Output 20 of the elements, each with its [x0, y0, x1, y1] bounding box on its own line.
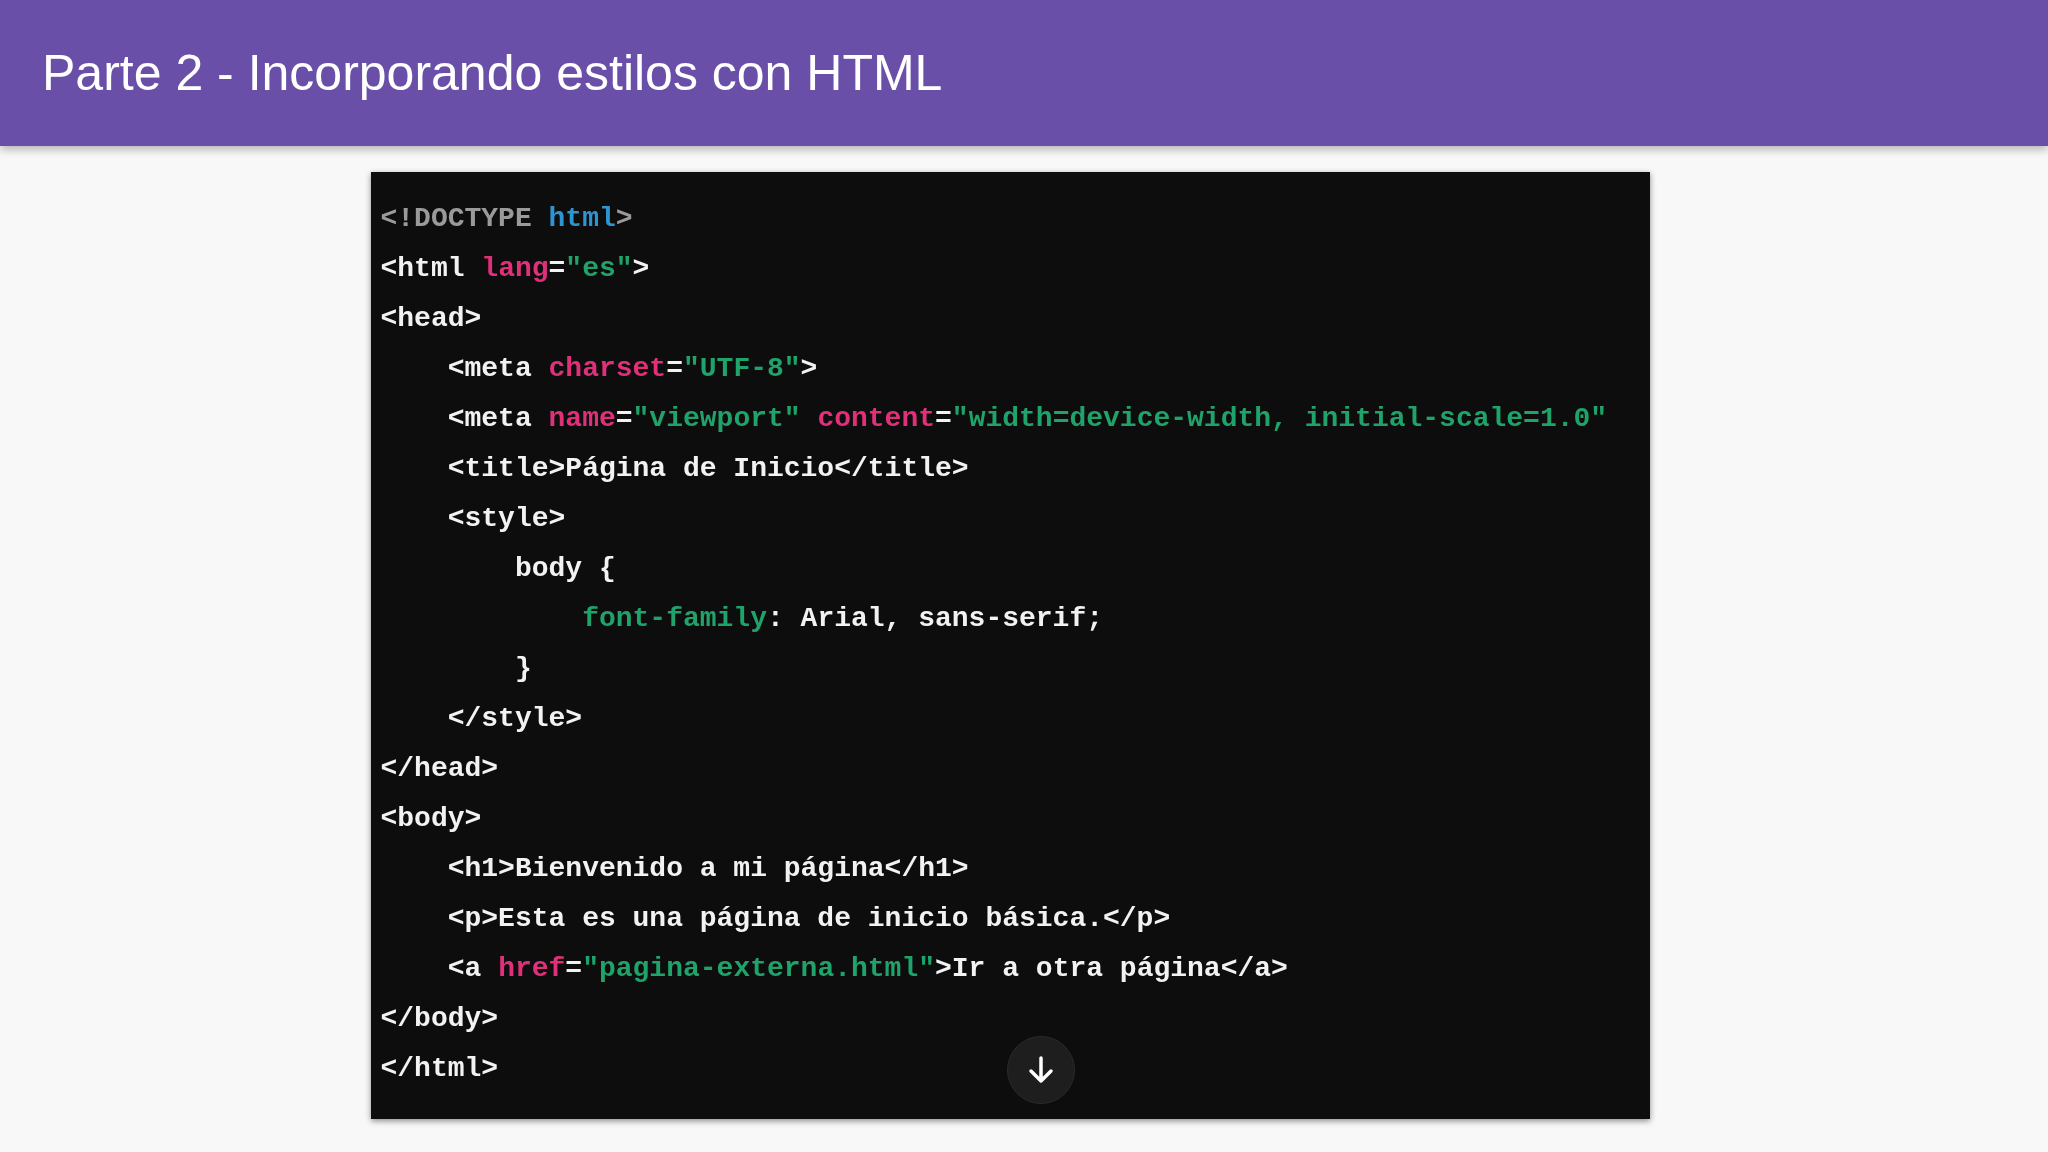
code-line: <html lang="es">: [380, 252, 650, 286]
code-line: <style>: [446, 502, 566, 536]
code-line: </head>: [380, 752, 499, 786]
code-line: <title>Página de Inicio</title>: [446, 452, 969, 486]
code-line: body {: [513, 552, 616, 586]
code-line: font-family: Arial, sans-serif;: [581, 602, 1104, 636]
code-line: <head>: [380, 302, 482, 336]
code-line: <!DOCTYPE html>: [380, 202, 633, 236]
code-line: <h1>Bienvenido a mi página</h1>: [446, 852, 969, 886]
arrow-down-icon: [1026, 1055, 1055, 1085]
code-line: </body>: [380, 1002, 499, 1036]
code-line: <a href="pagina-externa.html">Ir a otra página</a>: [446, 952, 1288, 986]
code-line: <p>Esta es una página de inicio básica.</p>: [446, 902, 1171, 936]
code-line: <meta name="viewport" content="width=device-width, initial-scale=1.0": [446, 402, 1608, 436]
code-line: <meta charset="UTF-8">: [446, 352, 818, 386]
code-line: }: [513, 652, 532, 686]
code-line: </html>: [380, 1052, 499, 1086]
slide-title: Parte 2 - Incorporando estilos con HTML: [42, 44, 943, 102]
code-line: </style>: [446, 702, 583, 736]
code-line: <body>: [380, 802, 482, 836]
